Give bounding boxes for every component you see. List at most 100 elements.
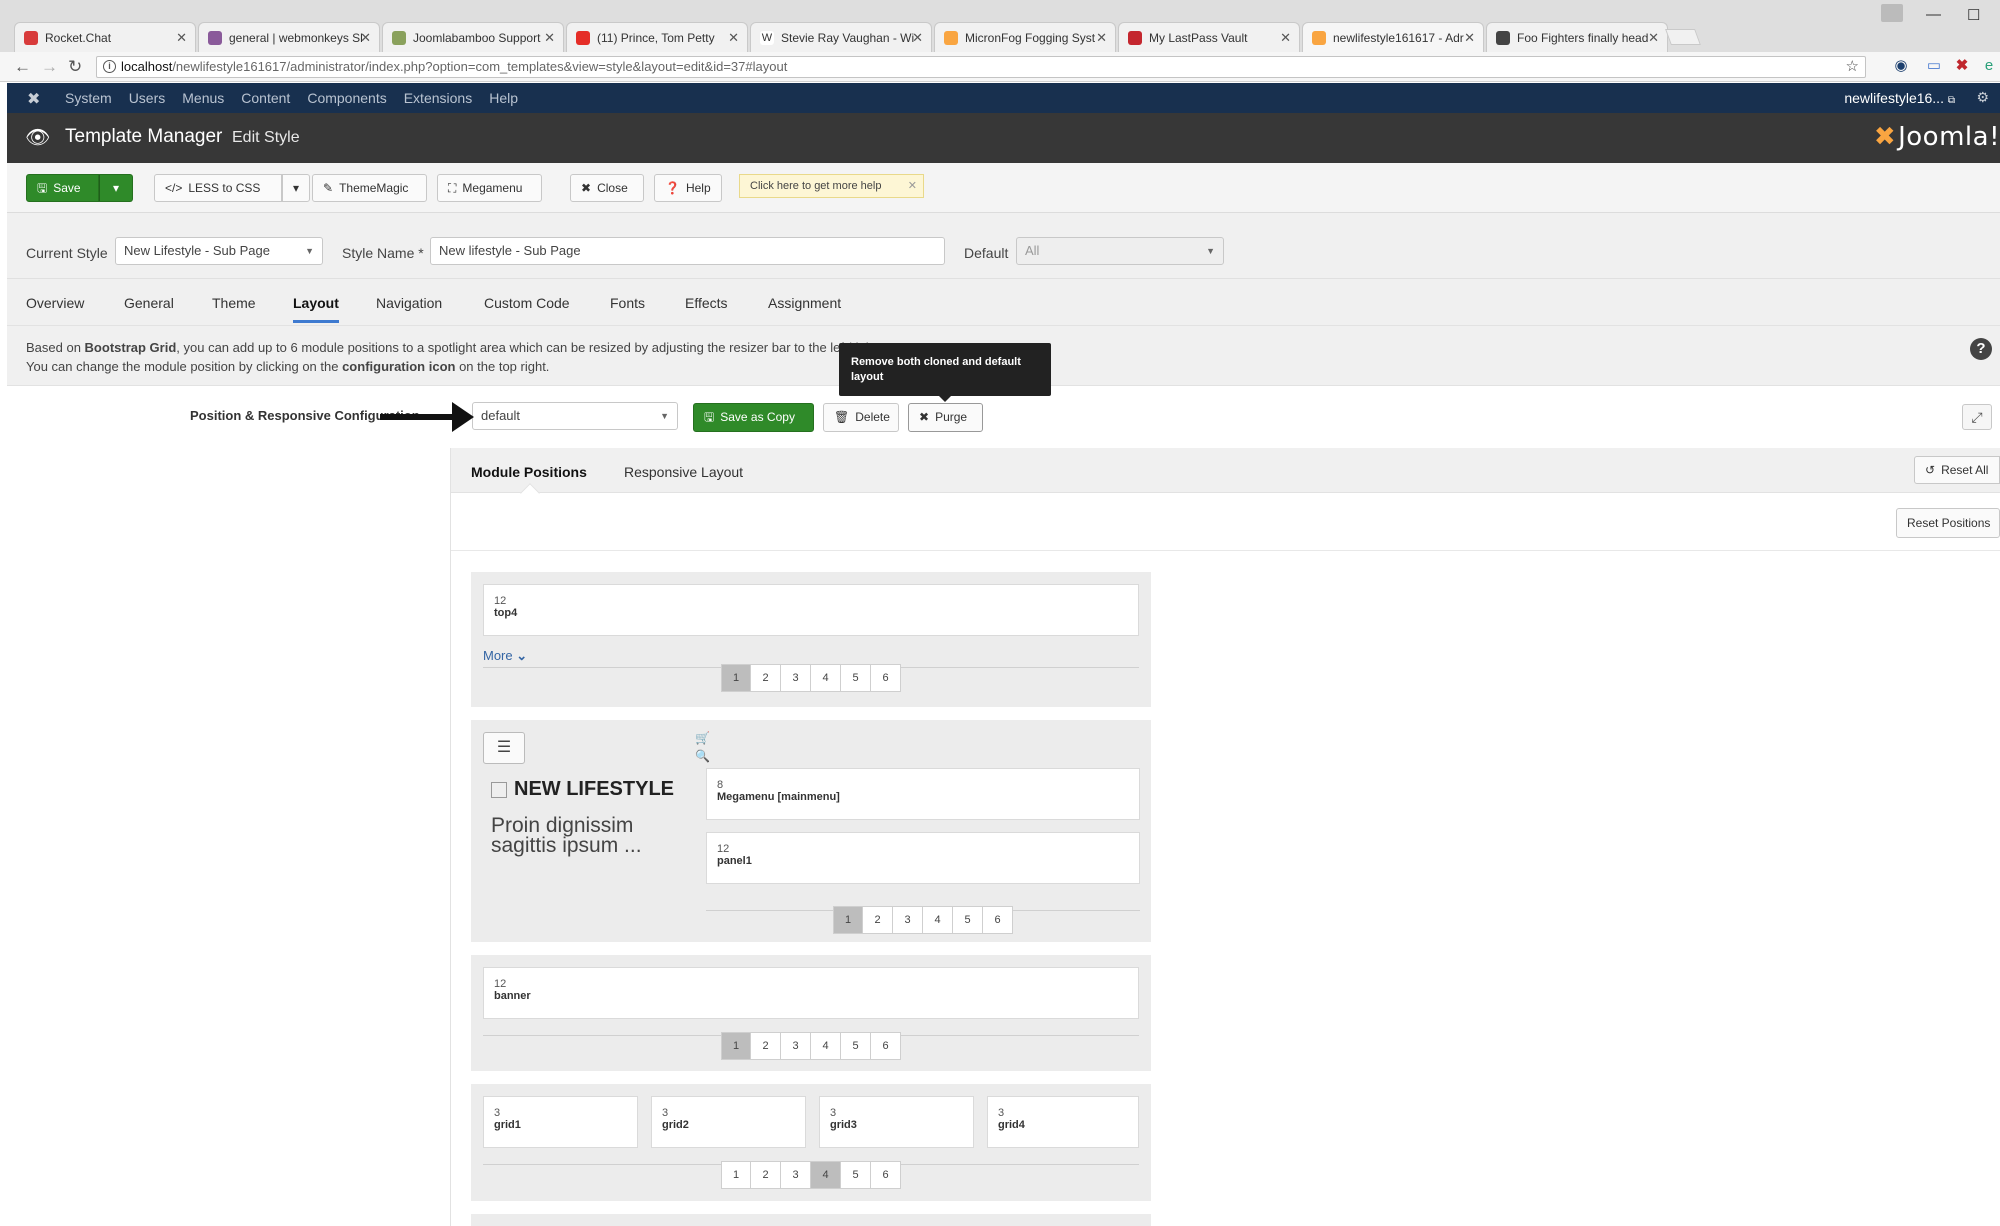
column-count-4[interactable]: 4 <box>811 1032 841 1060</box>
help-button[interactable]: ❓ Help <box>654 174 722 202</box>
tab-assignment[interactable]: Assignment <box>768 295 841 311</box>
forward-icon[interactable]: → <box>41 57 58 77</box>
tab-theme[interactable]: Theme <box>212 295 256 311</box>
column-count-1[interactable]: 1 <box>721 1032 751 1060</box>
minimize-icon[interactable]: — <box>1926 6 1941 23</box>
menu-content[interactable]: Content <box>241 90 290 106</box>
column-count-4[interactable]: 4 <box>923 906 953 934</box>
module-position-grid1[interactable]: 3 grid1 <box>483 1096 638 1148</box>
browser-tab-slack[interactable]: general | webmonkeys Sl ✕ <box>198 22 380 52</box>
column-count-2[interactable]: 2 <box>863 906 893 934</box>
close-icon[interactable]: ✕ <box>1280 23 1291 52</box>
browser-tab-wikipedia[interactable]: W Stevie Ray Vaughan - Wi ✕ <box>750 22 932 52</box>
megamenu-button[interactable]: ⛶ Megamenu <box>437 174 542 202</box>
module-position-grid2[interactable]: 3 grid2 <box>651 1096 806 1148</box>
gear-icon[interactable]: ⚙ <box>1976 89 1989 106</box>
reset-positions-button[interactable]: Reset Positions <box>1896 508 2000 538</box>
column-count-5[interactable]: 5 <box>841 664 871 692</box>
menu-menus[interactable]: Menus <box>182 90 224 106</box>
joomla-logo-icon[interactable]: ✖ <box>27 89 40 109</box>
joomla-brand-logo[interactable]: ✖Joomla! <box>1874 122 2000 152</box>
browser-tab-lastpass[interactable]: My LastPass Vault ✕ <box>1118 22 1300 52</box>
close-icon[interactable]: ✕ <box>544 23 555 52</box>
menu-bars-icon[interactable]: ☰ <box>483 732 525 764</box>
close-icon[interactable]: ✕ <box>176 23 187 52</box>
column-count-3[interactable]: 3 <box>893 906 923 934</box>
module-position-grid4[interactable]: 3 grid4 <box>987 1096 1139 1148</box>
tab-custom-code[interactable]: Custom Code <box>484 295 570 311</box>
save-button[interactable]: 🖫 Save <box>26 174 99 202</box>
browser-tab-rocketchat[interactable]: Rocket.Chat ✕ <box>14 22 196 52</box>
thememagic-button[interactable]: ✎ ThemeMagic <box>312 174 427 202</box>
profile-icon[interactable] <box>1881 4 1903 22</box>
tab-effects[interactable]: Effects <box>685 295 728 311</box>
reload-icon[interactable]: ↻ <box>68 57 82 77</box>
column-count-1[interactable]: 1 <box>833 906 863 934</box>
column-count-6[interactable]: 6 <box>871 1032 901 1060</box>
close-icon[interactable]: ✕ <box>1096 23 1107 52</box>
module-position-banner[interactable]: 12 banner <box>483 967 1139 1019</box>
close-icon[interactable]: ✕ <box>908 175 917 197</box>
browser-tab-newlifestyle[interactable]: newlifestyle161617 - Adr ✕ <box>1302 22 1484 52</box>
tab-overview[interactable]: Overview <box>26 295 84 311</box>
purge-button[interactable]: ✖ Purge <box>908 403 983 432</box>
column-count-5[interactable]: 5 <box>841 1032 871 1060</box>
url-input[interactable]: i localhost/newlifestyle161617/administr… <box>96 56 1866 78</box>
tab-general[interactable]: General <box>124 295 174 311</box>
reset-all-button[interactable]: ↺ Reset All <box>1914 456 2000 484</box>
help-question-icon[interactable]: ? <box>1970 338 1992 360</box>
column-count-3[interactable]: 3 <box>781 1032 811 1060</box>
help-tip[interactable]: Click here to get more help ✕ <box>739 174 924 198</box>
column-count-4[interactable]: 4 <box>811 664 841 692</box>
menu-extensions[interactable]: Extensions <box>404 90 472 106</box>
evernote-icon[interactable]: e <box>1980 57 1998 75</box>
style-name-input[interactable]: New lifestyle - Sub Page <box>430 237 945 265</box>
close-button[interactable]: ✖ Close <box>570 174 644 202</box>
new-tab-button[interactable] <box>1665 29 1701 45</box>
expand-icon[interactable]: ⤢ <box>1962 404 1992 430</box>
column-count-4[interactable]: 4 <box>811 1161 841 1189</box>
menu-components[interactable]: Components <box>307 90 386 106</box>
save-as-copy-button[interactable]: 🖫 Save as Copy <box>693 403 814 432</box>
site-logo-text[interactable]: NEW LIFESTYLE <box>514 778 674 801</box>
close-icon[interactable]: ✕ <box>1464 23 1475 52</box>
menu-system[interactable]: System <box>65 90 112 106</box>
default-select[interactable]: All ▼ <box>1016 237 1224 265</box>
lastpass-extension-icon[interactable]: ✖ <box>1953 57 1971 75</box>
close-icon[interactable]: ✕ <box>1648 23 1659 52</box>
cast-icon[interactable]: ▭ <box>1925 57 1943 75</box>
browser-tab-micronfog[interactable]: MicronFog Fogging Syst ✕ <box>934 22 1116 52</box>
column-count-2[interactable]: 2 <box>751 1032 781 1060</box>
column-count-3[interactable]: 3 <box>781 664 811 692</box>
less-dropdown-button[interactable]: ▾ <box>282 174 310 202</box>
more-link[interactable]: More ⌄ <box>483 648 527 664</box>
column-count-6[interactable]: 6 <box>871 664 901 692</box>
close-icon[interactable]: ✕ <box>912 23 923 52</box>
save-dropdown-button[interactable]: ▾ <box>99 174 133 202</box>
column-count-1[interactable]: 1 <box>721 1161 751 1189</box>
close-icon[interactable]: ✕ <box>728 23 739 52</box>
column-count-1[interactable]: 1 <box>721 664 751 692</box>
subtab-module-positions[interactable]: Module Positions <box>471 464 587 480</box>
column-count-3[interactable]: 3 <box>781 1161 811 1189</box>
column-count-2[interactable]: 2 <box>751 1161 781 1189</box>
delete-button[interactable]: 🗑 Delete <box>823 403 899 432</box>
extension-icon[interactable]: ◉ <box>1892 57 1910 75</box>
menu-users[interactable]: Users <box>129 90 166 106</box>
tab-layout[interactable]: Layout <box>293 295 339 311</box>
column-count-2[interactable]: 2 <box>751 664 781 692</box>
back-icon[interactable]: ← <box>14 57 31 77</box>
tab-navigation[interactable]: Navigation <box>376 295 442 311</box>
column-count-6[interactable]: 6 <box>983 906 1013 934</box>
info-icon[interactable]: i <box>103 60 116 73</box>
subtab-responsive-layout[interactable]: Responsive Layout <box>624 464 743 480</box>
module-position-megamenu[interactable]: 8 Megamenu [mainmenu] <box>706 768 1140 820</box>
browser-tab-joomlabamboo[interactable]: Joomlabamboo Support ✕ <box>382 22 564 52</box>
menu-help[interactable]: Help <box>489 90 518 106</box>
maximize-icon[interactable]: ☐ <box>1967 6 1980 24</box>
bookmark-star-icon[interactable]: ☆ <box>1846 57 1859 77</box>
module-position-top4[interactable]: 12 top4 <box>483 584 1139 636</box>
column-count-5[interactable]: 5 <box>953 906 983 934</box>
close-icon[interactable]: ✕ <box>360 23 371 52</box>
module-position-panel1[interactable]: 12 panel1 <box>706 832 1140 884</box>
